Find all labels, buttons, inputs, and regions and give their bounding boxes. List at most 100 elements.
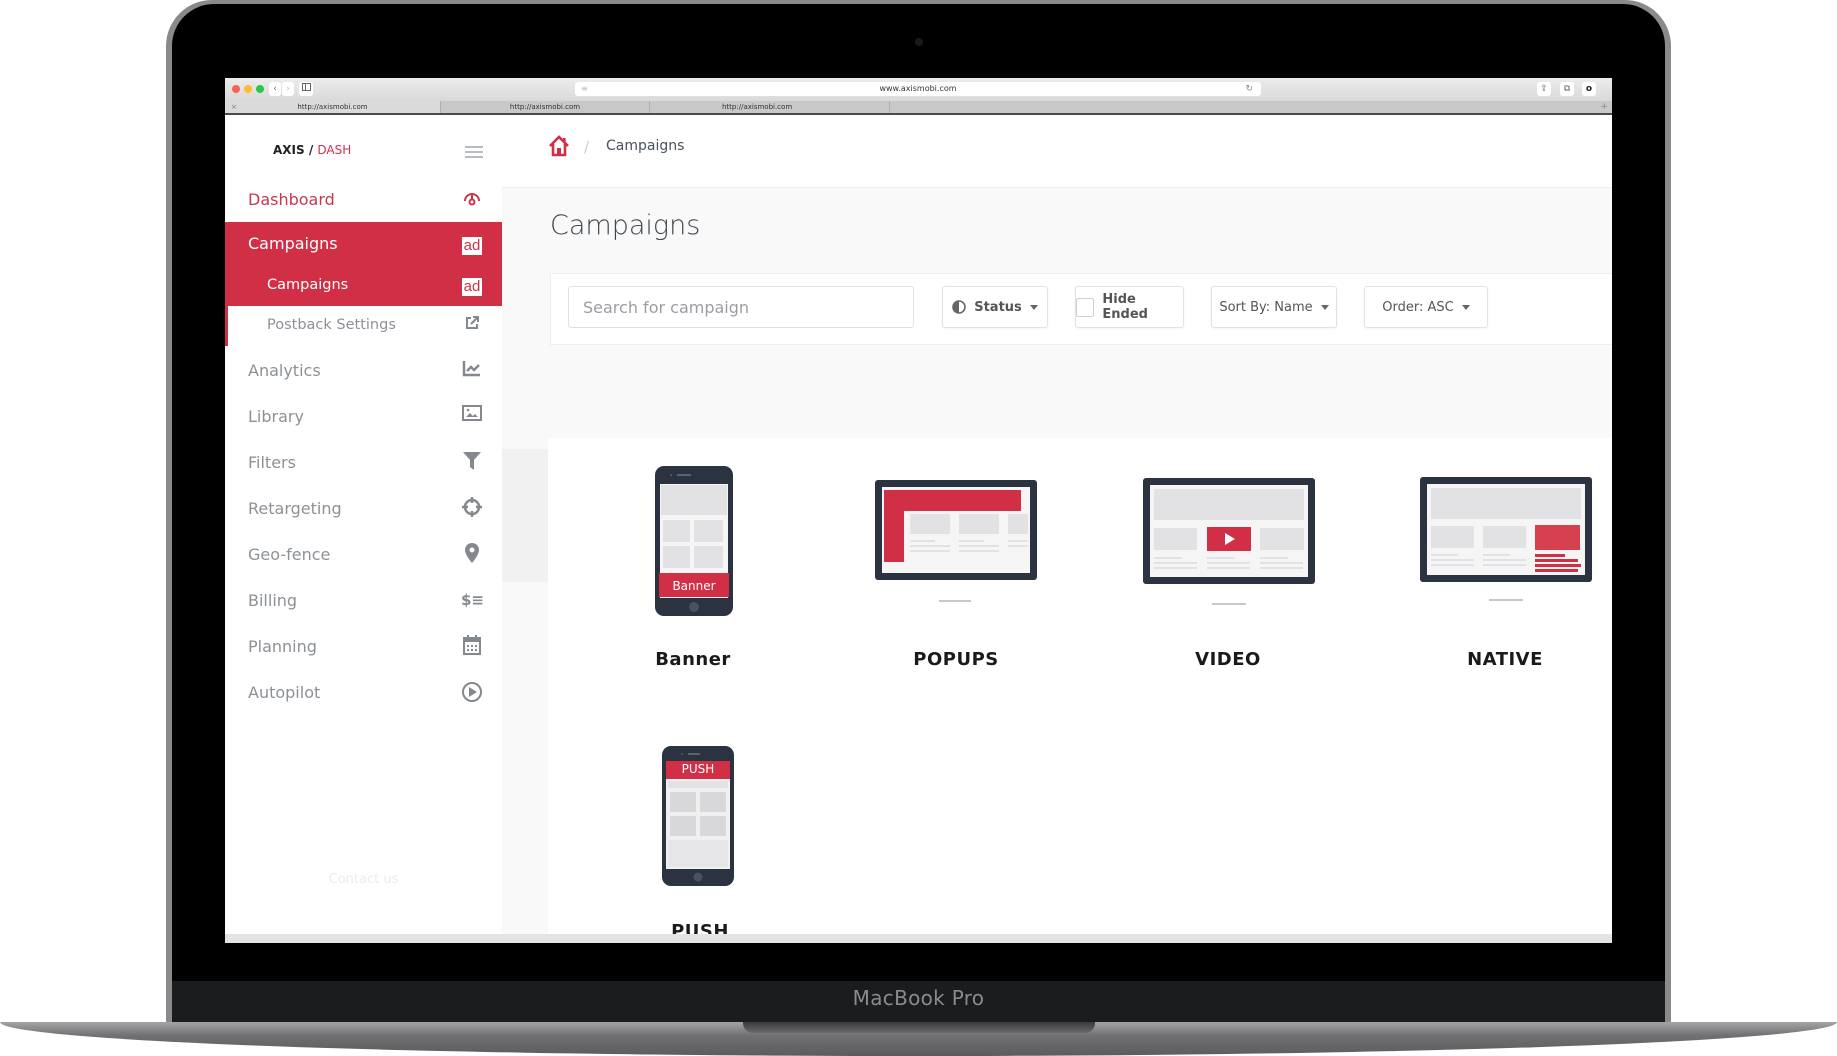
calendar-icon [461,635,483,657]
campaign-type-popups[interactable]: POPUPS [861,466,1051,676]
campaign-type-label: POPUPS [913,649,999,670]
side-panel-block [502,449,548,582]
status-label: Status [974,299,1022,315]
sidebar-item-planning[interactable]: Planning [225,623,502,669]
browser-tab[interactable]: × http://axismobi.com [225,101,441,113]
menu-toggle-icon[interactable] [465,146,483,161]
tab-close-icon[interactable]: × [231,101,237,113]
browser-tab[interactable]: http://axismobi.com [650,101,890,113]
push-badge: PUSH [681,762,715,776]
sidebar-item-label: Analytics [248,361,321,380]
sort-by-dropdown[interactable]: Sort By: Name [1211,286,1337,328]
breadcrumb-current: Campaigns [606,138,685,154]
sidebar-item-label: Retargeting [248,499,342,518]
sidebar-item-dashboard[interactable]: Dashboard [225,176,502,222]
sidebar-item-billing[interactable]: Billing $≡ [225,577,502,623]
status-dropdown[interactable]: Status [942,286,1048,328]
sidebar-item-label: Autopilot [248,683,321,702]
back-button[interactable]: ‹ [269,82,281,96]
campaign-type-push[interactable]: PUSH PUSH [605,746,795,943]
campaign-type-native[interactable]: NATIVE [1410,466,1600,676]
phone-banner-illustration [655,466,733,616]
billing-icon: $≡ [461,591,485,609]
campaign-type-label: VIDEO [1195,649,1261,670]
sidebar-item-label: Library [248,407,304,426]
horizontal-scrollbar[interactable] [225,934,1612,943]
order-dropdown[interactable]: Order: ASC [1364,286,1488,328]
ad-badge: ad [461,237,483,255]
sidebar-item-label: Filters [248,453,296,472]
browser-toolbar: ‹ › ≡ www.axismobi.com ↻ ⇪ ⧉ o [225,78,1612,101]
play-circle-icon [461,681,483,703]
device-brand-label: MacBook Pro [852,986,985,1010]
hide-ended-toggle[interactable]: Hide Ended [1075,286,1184,328]
sidebar: AXIS / DASH Dashboard Campaigns ad Campa… [225,115,502,934]
home-icon[interactable] [548,135,570,157]
address-bar[interactable]: ≡ www.axismobi.com ↻ [575,82,1261,96]
url-text: www.axismobi.com [879,84,957,93]
extension-button[interactable]: o [1582,82,1596,96]
sidebar-item-campaigns[interactable]: Campaigns ad [225,222,502,266]
new-tab-button[interactable]: + [1600,101,1608,113]
main-content: Campaigns Status Hide Ended Sort By: Nam… [502,188,1612,942]
camera-icon [915,38,923,46]
reload-icon[interactable]: ↻ [1245,82,1253,96]
ad-icon: ad [461,275,483,297]
image-icon [461,405,483,427]
sidebar-subitem-campaigns[interactable]: Campaigns ad [225,266,502,306]
external-link-icon [461,315,483,337]
breadcrumb-separator: / [584,138,590,156]
monitor-video-illustration [1143,478,1315,605]
sidebar-icon [301,83,311,91]
chart-line-icon [461,359,483,381]
top-header: / Campaigns [502,115,1612,188]
campaign-type-label: Banner [655,649,731,670]
maximize-window-button[interactable] [256,85,264,93]
sidebar-toggle-button[interactable] [299,82,313,96]
ad-badge: ad [461,278,483,296]
campaign-search-input[interactable] [568,286,914,328]
browser-tab-bar: × http://axismobi.com http://axismobi.co… [225,101,1612,115]
sidebar-item-library[interactable]: Library [225,393,502,439]
ad-icon: ad [461,234,483,256]
filter-bar: Status Hide Ended Sort By: Name Order: A… [550,273,1612,345]
campaign-types-grid: Banner Banner POPUPS VIDEO NATIVE PUSH P… [548,438,1612,942]
sidebar-item-filters[interactable]: Filters [225,439,502,485]
sort-label: Sort By: Name [1219,299,1313,315]
monitor-popup-illustration [875,480,1037,602]
sidebar-item-geo-fence[interactable]: Geo-fence [225,531,502,577]
sidebar-item-label: Planning [248,637,317,656]
forward-button[interactable]: › [282,82,294,96]
sidebar-item-label: Dashboard [248,190,335,209]
sidebar-item-label: Geo-fence [248,545,331,564]
screen: ‹ › ≡ www.axismobi.com ↻ ⇪ ⧉ o × http://… [225,78,1612,943]
contact-us-link[interactable]: Contact us [225,872,502,887]
share-button[interactable]: ⇪ [1537,82,1551,96]
minimize-window-button[interactable] [244,85,252,93]
tab-label: http://axismobi.com [297,103,368,111]
logo-primary: AXIS / [273,143,314,157]
sidebar-item-label: Campaigns [248,234,338,253]
hide-ended-checkbox[interactable] [1076,297,1095,317]
close-window-button[interactable] [232,85,240,93]
sidebar-item-analytics[interactable]: Analytics [225,347,502,393]
monitor-native-illustration [1420,477,1592,601]
tabs-overview-button[interactable]: ⧉ [1560,82,1574,96]
campaign-type-banner[interactable]: Banner Banner [598,466,788,676]
sidebar-subitem-label: Postback Settings [267,317,396,333]
gauge-icon [461,188,483,210]
sidebar-item-autopilot[interactable]: Autopilot [225,669,502,715]
sidebar-subitem-label: Campaigns [267,277,349,293]
sidebar-item-label: Billing [248,591,298,610]
sidebar-item-retargeting[interactable]: Retargeting [225,485,502,531]
browser-tab[interactable]: http://axismobi.com [441,101,650,113]
contrast-icon [952,300,967,314]
filter-icon [461,451,483,473]
caret-down-icon [1029,304,1038,310]
app-logo[interactable]: AXIS / DASH [273,143,351,157]
logo-secondary: DASH [317,143,352,157]
campaign-type-video[interactable]: VIDEO [1133,466,1323,676]
reader-icon: ≡ [581,84,588,93]
hide-ended-label: Hide Ended [1102,292,1148,322]
sidebar-subitem-postback-settings[interactable]: Postback Settings [225,306,502,346]
